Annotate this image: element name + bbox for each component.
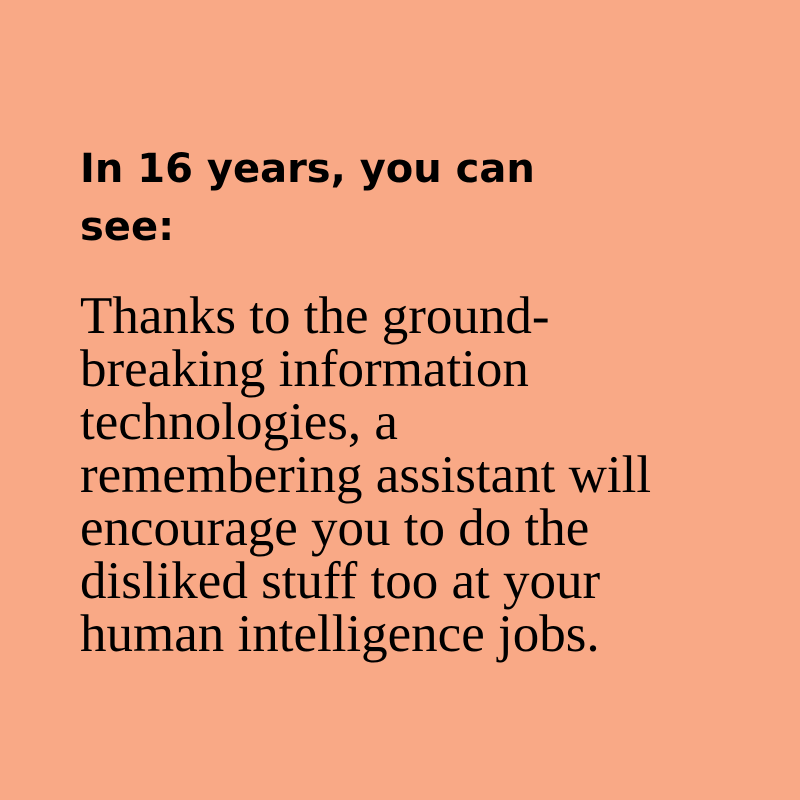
card-body-text: Thanks to the ground- breaking informati… [80,287,652,663]
quote-card: In 16 years, you can see: Thanks to the … [0,0,800,800]
card-heading: In 16 years, you can see: [80,146,535,250]
